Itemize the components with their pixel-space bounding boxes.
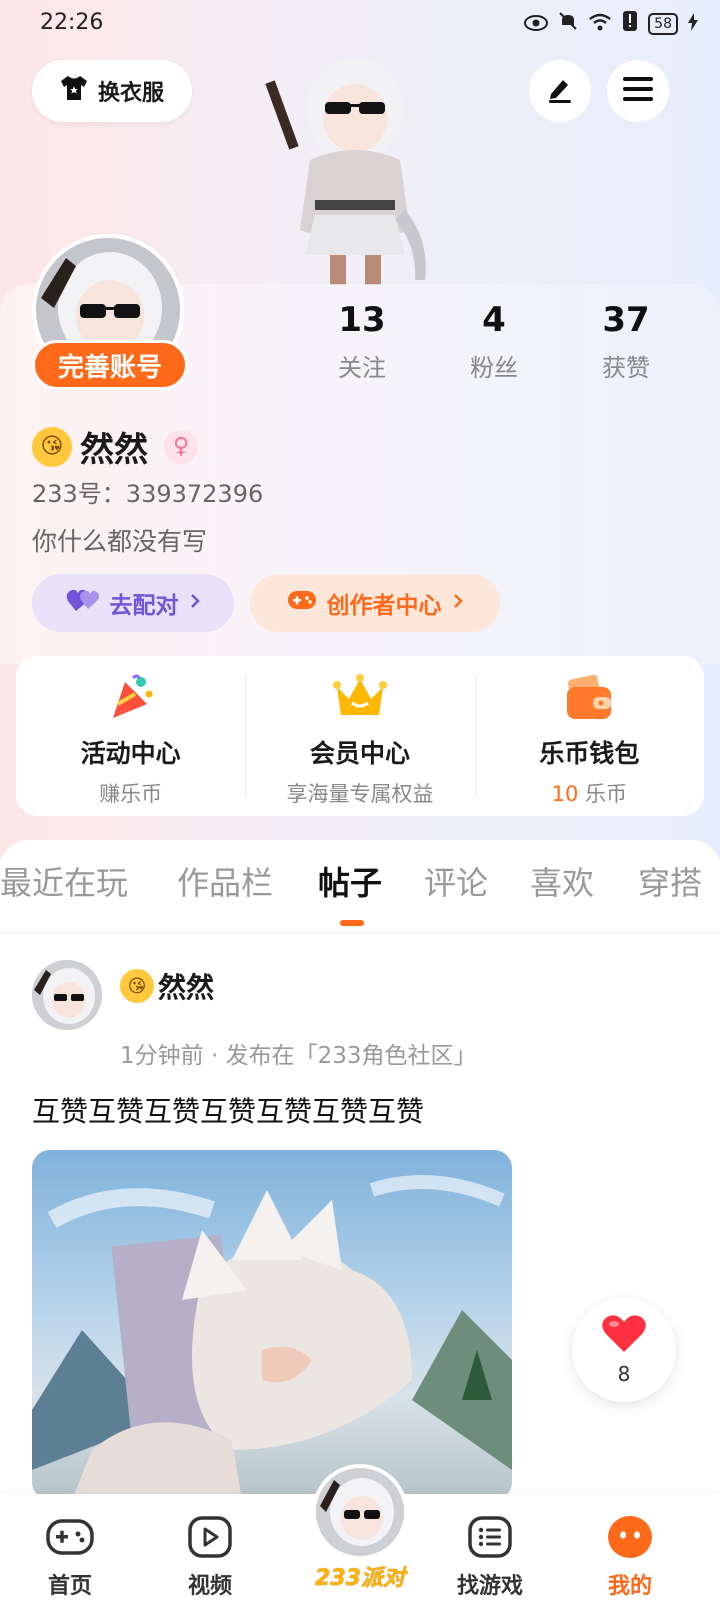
chevron-right-icon — [452, 590, 464, 616]
status-time: 22:26 — [40, 10, 104, 35]
coin-wallet-title: 乐币钱包 — [539, 739, 640, 768]
user-id[interactable]: 233号：339372396 — [32, 474, 263, 509]
nav-find-games[interactable]: 找游戏 — [435, 1512, 545, 1600]
party-label[interactable]: 233派对 — [300, 1560, 420, 1592]
menu-button[interactable] — [607, 60, 669, 122]
shirt-icon — [60, 75, 88, 107]
alert-icon — [622, 10, 638, 37]
profile-tabs: 最近在玩 作品栏 帖子 评论 喜欢 穿搭 — [0, 858, 720, 928]
post-author-row[interactable]: 😘 然然 — [120, 966, 214, 1006]
stat-likes-count: 37 — [602, 300, 650, 340]
coin-balance: 10 — [551, 782, 579, 806]
stat-following-label: 关注 — [338, 354, 386, 382]
heart-icon — [601, 1314, 647, 1358]
change-outfit-label: 换衣服 — [97, 81, 164, 106]
stat-fans-count: 4 — [482, 300, 506, 340]
coin-wallet-subtitle: 10 乐币 — [475, 778, 704, 808]
gamepad-icon — [45, 1512, 95, 1562]
video-play-icon — [185, 1512, 235, 1562]
nav-mine[interactable]: 我的 — [575, 1512, 685, 1600]
member-center-title: 会员中心 — [309, 739, 410, 768]
nav-find-games-label: 找游戏 — [456, 1574, 523, 1599]
stat-following[interactable]: 13 关注 — [307, 300, 417, 383]
tabs-divider — [0, 932, 720, 933]
active-tab-indicator — [340, 920, 364, 926]
hearts-icon — [66, 587, 100, 619]
status-icons: 58 — [524, 10, 698, 37]
activity-center-title: 活动中心 — [80, 739, 181, 768]
nav-video-label: 视频 — [187, 1574, 232, 1599]
go-pair-button[interactable]: 去配对 — [32, 574, 234, 632]
go-pair-label: 去配对 — [109, 593, 179, 619]
gamepad-icon — [287, 588, 317, 618]
change-outfit-button[interactable]: 换衣服 — [32, 60, 192, 122]
activity-center-link[interactable]: 活动中心 赚乐币 — [16, 656, 245, 816]
hamburger-menu-icon — [623, 76, 653, 106]
tab-outfits[interactable]: 穿搭 — [638, 858, 702, 904]
edit-button[interactable] — [529, 60, 591, 122]
like-count: 8 — [617, 1362, 631, 1386]
nav-mine-label: 我的 — [607, 1574, 652, 1599]
kiss-emoji-icon: 😘 — [120, 969, 154, 1003]
post-text[interactable]: 互赞互赞互赞互赞互赞互赞互赞 — [32, 1090, 424, 1130]
user-bio[interactable]: 你什么都没有写 — [32, 522, 207, 558]
nav-home[interactable]: 首页 — [15, 1512, 125, 1600]
list-icon — [465, 1512, 515, 1562]
tab-works[interactable]: 作品栏 — [177, 858, 273, 904]
username-row: 😘 然然 ♀ — [32, 422, 198, 471]
stat-fans-label: 粉丝 — [470, 354, 518, 382]
smiley-face-icon — [605, 1512, 655, 1562]
like-button[interactable]: 8 — [572, 1298, 676, 1402]
female-gender-icon: ♀ — [164, 429, 198, 464]
crown-icon — [332, 670, 388, 726]
chevron-right-icon — [189, 590, 201, 616]
complete-account-button[interactable]: 完善账号 — [32, 340, 188, 390]
tab-comments[interactable]: 评论 — [424, 858, 488, 904]
activity-center-subtitle: 赚乐币 — [99, 782, 163, 806]
charging-icon — [688, 12, 698, 36]
battery-indicator: 58 — [648, 12, 678, 35]
party-avatar-button[interactable] — [312, 1464, 408, 1560]
wallet-icon — [561, 670, 617, 726]
creator-center-label: 创作者中心 — [326, 593, 442, 619]
avatar-character-3d[interactable] — [255, 40, 455, 285]
stat-following-count: 13 — [338, 300, 386, 340]
wifi-icon — [588, 12, 612, 36]
tab-posts[interactable]: 帖子 — [318, 858, 382, 904]
member-center-link[interactable]: 会员中心 享海量专属权益 — [245, 656, 474, 816]
stat-likes-label: 获赞 — [602, 354, 650, 382]
post-author-name: 然然 — [158, 971, 215, 1004]
coin-unit: 乐币 — [578, 782, 628, 806]
coin-wallet-link[interactable]: 乐币钱包 10 乐币 — [474, 656, 704, 816]
post-image[interactable] — [32, 1150, 512, 1500]
username: 然然 — [80, 430, 148, 470]
pen-icon — [546, 75, 574, 107]
mute-icon — [558, 11, 578, 36]
stat-fans[interactable]: 4 粉丝 — [439, 300, 549, 383]
post-meta[interactable]: 1分钟前 · 发布在「233角色社区」 — [120, 1036, 476, 1070]
creator-center-button[interactable]: 创作者中心 — [250, 574, 500, 632]
tab-recently-played[interactable]: 最近在玩 — [0, 858, 128, 904]
member-center-subtitle: 享海量专属权益 — [286, 782, 434, 806]
nav-video[interactable]: 视频 — [155, 1512, 265, 1600]
eye-icon — [524, 12, 549, 36]
quick-links-card: 活动中心 赚乐币 会员中心 享海量专属权益 乐币钱包 10 乐币 — [16, 656, 704, 816]
stat-likes[interactable]: 37 获赞 — [571, 300, 681, 383]
party-popper-icon — [103, 670, 159, 726]
post-author-avatar[interactable] — [32, 960, 102, 1030]
kiss-emoji-icon: 😘 — [32, 426, 72, 467]
tab-likes[interactable]: 喜欢 — [530, 858, 594, 904]
nav-home-label: 首页 — [47, 1574, 92, 1599]
